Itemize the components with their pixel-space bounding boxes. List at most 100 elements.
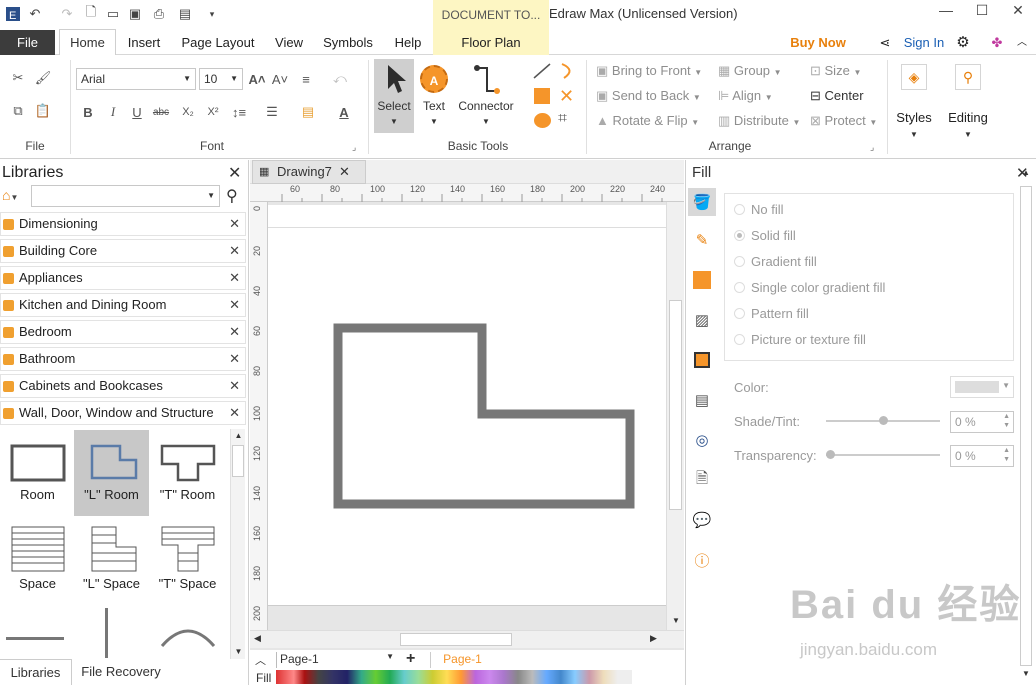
grow-font-icon[interactable]: A˄ xyxy=(247,69,267,89)
font-size-select[interactable]: 10 ▼ xyxy=(199,68,243,90)
distribute-button[interactable]: ▥ Distribute ▼ xyxy=(718,113,800,129)
undo-icon[interactable]: ↶ xyxy=(26,5,44,23)
library-item[interactable]: Kitchen and Dining Room ✕ xyxy=(0,293,246,317)
cross-tool-icon[interactable]: ✕ xyxy=(559,86,574,107)
scroll-down-icon[interactable]: ▼ xyxy=(1018,669,1034,678)
close-library-icon[interactable]: ✕ xyxy=(229,213,240,235)
crop-tool-icon[interactable]: ⌗ xyxy=(558,110,567,128)
attachment-icon[interactable]: 🗎 xyxy=(690,468,714,492)
group-button[interactable]: ▦ Group ▼ xyxy=(718,63,782,79)
page-tab-1[interactable]: Page-1 xyxy=(430,652,494,668)
library-item[interactable]: Building Core ✕ xyxy=(0,239,246,263)
ellipse-tool-icon[interactable] xyxy=(534,113,551,128)
align-text-icon[interactable]: ≡ xyxy=(296,69,316,89)
line-spacing-icon[interactable]: ↕≡ xyxy=(229,102,249,122)
collapse-pages-icon[interactable]: ︿ xyxy=(255,652,266,668)
bullets-icon[interactable]: ☰ xyxy=(262,102,282,122)
shade-slider-handle[interactable] xyxy=(879,416,888,425)
menu-file[interactable]: File xyxy=(0,30,55,55)
tab-insert[interactable]: Insert xyxy=(122,30,166,55)
l-room-shape[interactable] xyxy=(330,320,640,515)
scroll-down-icon[interactable]: ▼ xyxy=(231,645,246,659)
tab-help[interactable]: Help xyxy=(388,30,428,55)
text-direction-icon[interactable]: ⤺ xyxy=(330,69,350,89)
tab-drawing7[interactable]: ▦ Drawing7 ✕ xyxy=(252,160,366,184)
fill-option[interactable]: Gradient fill xyxy=(734,254,817,269)
shrink-font-icon[interactable]: A˅ xyxy=(270,69,290,89)
connector-tool-button[interactable]: Connector ▼ xyxy=(455,59,517,133)
shade-value-input[interactable]: 0 % ▲ ▼ xyxy=(950,411,1014,433)
open-folder-icon[interactable]: ▭ xyxy=(104,5,122,23)
tab-libraries[interactable]: Libraries xyxy=(0,659,72,685)
tab-symbols[interactable]: Symbols xyxy=(318,30,378,55)
paste-icon[interactable]: 📋 xyxy=(33,101,53,121)
library-scrollbar[interactable]: ▲ ▼ xyxy=(230,429,245,659)
superscript-icon[interactable]: X² xyxy=(203,102,223,122)
fill-option[interactable]: Solid fill xyxy=(734,228,796,243)
text-tool-button[interactable]: A Text ▼ xyxy=(418,59,450,133)
fill-option[interactable]: Single color gradient fill xyxy=(734,280,885,295)
transparency-value-input[interactable]: 0 % ▲ ▼ xyxy=(950,445,1014,467)
font-dialog-launcher-icon[interactable]: ⌟ xyxy=(352,142,356,153)
redo-icon[interactable]: ↷ xyxy=(58,5,76,23)
library-home-icon[interactable]: ⌂▼ xyxy=(2,187,18,203)
close-library-icon[interactable]: ✕ xyxy=(229,348,240,370)
rectangle-tool-icon[interactable] xyxy=(534,88,550,104)
hyperlink-globe-icon[interactable]: ◎ xyxy=(690,428,714,452)
subscript-icon[interactable]: X₂ xyxy=(178,102,198,122)
scroll-right-icon[interactable]: ▶ xyxy=(650,633,657,644)
arc-shape-icon[interactable] xyxy=(158,624,218,648)
arrange-dialog-launcher-icon[interactable]: ⌟ xyxy=(870,142,874,153)
close-library-icon[interactable]: ✕ xyxy=(229,240,240,262)
wall-vertical-shape-icon[interactable] xyxy=(105,608,108,658)
shape-t-room[interactable]: "T" Room xyxy=(150,430,225,516)
arc-tool-icon[interactable] xyxy=(558,62,578,80)
tab-floor-plan[interactable]: Floor Plan xyxy=(433,30,549,55)
comment-icon[interactable]: 💬 xyxy=(690,508,714,532)
library-item[interactable]: Appliances ✕ xyxy=(0,266,246,290)
tab-home[interactable]: Home xyxy=(59,29,116,56)
library-search-input[interactable]: ▼ xyxy=(31,185,220,207)
font-color-icon[interactable]: A xyxy=(334,102,354,122)
scroll-thumb[interactable] xyxy=(232,445,244,477)
canvas-vertical-scrollbar[interactable]: ▼ xyxy=(666,202,684,630)
underline-icon[interactable]: U xyxy=(127,102,147,122)
transparency-slider-handle[interactable] xyxy=(826,450,835,459)
fill-option[interactable]: No fill xyxy=(734,202,784,217)
fill-bucket-icon[interactable]: 🪣 xyxy=(688,188,716,216)
save-icon[interactable]: ▣ xyxy=(126,5,144,23)
font-name-select[interactable]: Arial ▼ xyxy=(76,68,196,90)
collapse-ribbon-icon[interactable]: ︿ xyxy=(1012,30,1032,55)
data-icon[interactable]: ▤ xyxy=(690,388,714,412)
export-icon[interactable]: ▤ xyxy=(176,5,194,23)
layer-icon[interactable] xyxy=(690,348,714,372)
send-to-back-button[interactable]: ▣ Send to Back ▼ xyxy=(596,88,701,104)
fill-scroll-thumb[interactable] xyxy=(1020,186,1032,666)
cut-icon[interactable]: ✂ xyxy=(8,68,28,88)
search-icon[interactable]: ⚲ xyxy=(226,186,238,206)
page-select[interactable]: Page-1 ▼ xyxy=(276,652,396,668)
protect-button[interactable]: ⊠ Protect ▼ xyxy=(810,113,877,129)
close-library-icon[interactable]: ✕ xyxy=(229,267,240,289)
close-libraries-icon[interactable]: ✕ xyxy=(228,163,241,183)
color-picker[interactable]: ▼ xyxy=(950,376,1014,398)
color-palette[interactable] xyxy=(276,670,632,684)
bold-icon[interactable]: B xyxy=(78,102,98,122)
library-item[interactable]: Cabinets and Bookcases ✕ xyxy=(0,374,246,398)
shape-l-room[interactable]: "L" Room xyxy=(74,430,149,516)
select-tool-button[interactable]: Select ▼ xyxy=(374,59,414,133)
scroll-up-icon[interactable]: ▲ xyxy=(1018,168,1034,177)
library-item[interactable]: Wall, Door, Window and Structure ✕ xyxy=(0,401,246,425)
rotate-flip-button[interactable]: ▲ Rotate & Flip ▼ xyxy=(596,113,699,128)
close-library-icon[interactable]: ✕ xyxy=(229,294,240,316)
editing-button[interactable]: ⚲ Editing ▼ xyxy=(944,59,992,145)
format-painter-icon[interactable]: 🖌 xyxy=(33,68,53,88)
scroll-up-icon[interactable]: ▲ xyxy=(231,429,246,443)
close-library-icon[interactable]: ✕ xyxy=(229,402,240,424)
canvas-horizontal-scrollbar[interactable]: ◀ ▶ xyxy=(250,630,684,648)
close-tab-icon[interactable]: ✕ xyxy=(339,161,350,183)
shape-l-space[interactable]: "L" Space xyxy=(74,517,149,603)
print-icon[interactable]: ⎙ xyxy=(150,5,168,23)
tab-page-layout[interactable]: Page Layout xyxy=(176,30,260,55)
align-button[interactable]: ⊫ Align ▼ xyxy=(718,88,773,104)
